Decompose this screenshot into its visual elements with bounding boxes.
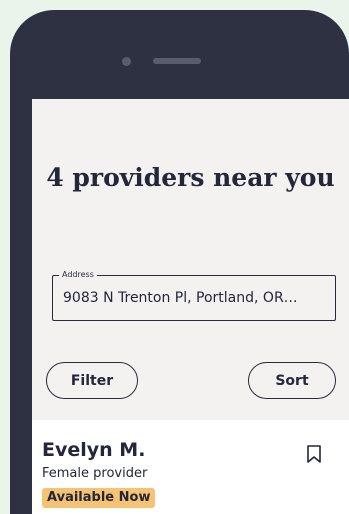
- app-screen: 4 providers near you Address Filter Sort…: [32, 99, 349, 514]
- phone-frame: 4 providers near you Address Filter Sort…: [10, 10, 349, 514]
- provider-gender: Female provider: [42, 466, 148, 481]
- address-label: Address: [59, 269, 97, 281]
- address-field[interactable]: Address: [52, 269, 336, 321]
- camera-icon: [122, 57, 131, 66]
- bookmark-icon[interactable]: [304, 444, 324, 464]
- address-input[interactable]: [63, 287, 329, 309]
- filter-button[interactable]: Filter: [46, 362, 138, 399]
- speaker-grille: [153, 58, 201, 64]
- sort-button[interactable]: Sort: [248, 362, 336, 399]
- provider-card[interactable]: Evelyn M. Female provider Available Now: [32, 420, 349, 514]
- availability-badge: Available Now: [42, 488, 156, 508]
- page-title: 4 providers near you: [46, 163, 335, 192]
- provider-name: Evelyn M.: [42, 439, 146, 461]
